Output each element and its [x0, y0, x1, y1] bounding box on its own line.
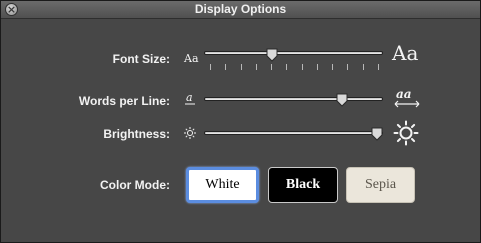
font-size-tick: [271, 64, 273, 70]
wide-words-icon: aa: [393, 87, 421, 114]
font-size-tick: [210, 64, 211, 70]
brightness-slider-knob[interactable]: [371, 127, 383, 141]
font-size-tick: [362, 64, 364, 70]
dim-sun-icon: [183, 126, 197, 145]
font-size-tick: [255, 64, 257, 70]
display-options-window: × Display Options Font Size: Aa Aa Words…: [0, 0, 481, 243]
narrow-words-icon: a: [183, 91, 197, 112]
white-mode-button[interactable]: White: [186, 167, 259, 203]
font-size-tick: [316, 64, 318, 70]
font-size-tick: [378, 64, 379, 70]
font-size-label: Font Size:: [112, 52, 170, 66]
font-size-tick: [286, 64, 288, 70]
font-size-slider-track[interactable]: [204, 51, 383, 55]
small-font-icon: Aa: [184, 52, 199, 65]
words-per-line-slider-track[interactable]: [204, 97, 383, 101]
brightness-slider-track[interactable]: [204, 131, 383, 135]
font-size-tick: [225, 64, 227, 70]
sepia-mode-button[interactable]: Sepia: [346, 167, 415, 203]
font-size-tick: [301, 64, 303, 70]
window-title: Display Options: [194, 2, 287, 16]
large-font-icon: Aa: [392, 41, 419, 65]
black-mode-button[interactable]: Black: [268, 167, 338, 203]
font-size-tick: [240, 64, 242, 70]
svg-text:aa: aa: [396, 87, 412, 101]
words-per-line-slider-knob[interactable]: [336, 93, 348, 107]
brightness-label: Brightness:: [103, 127, 170, 141]
title-bar: × Display Options: [1, 1, 480, 19]
font-size-tick: [332, 64, 334, 70]
svg-text:a: a: [186, 91, 193, 104]
color-mode-label: Color Mode:: [100, 178, 170, 192]
font-size-slider-knob[interactable]: [266, 48, 278, 62]
words-per-line-label: Words per Line:: [78, 94, 170, 108]
font-size-tick: [347, 64, 349, 70]
bright-sun-icon: [393, 120, 419, 151]
font-size-ticks: [210, 64, 380, 70]
